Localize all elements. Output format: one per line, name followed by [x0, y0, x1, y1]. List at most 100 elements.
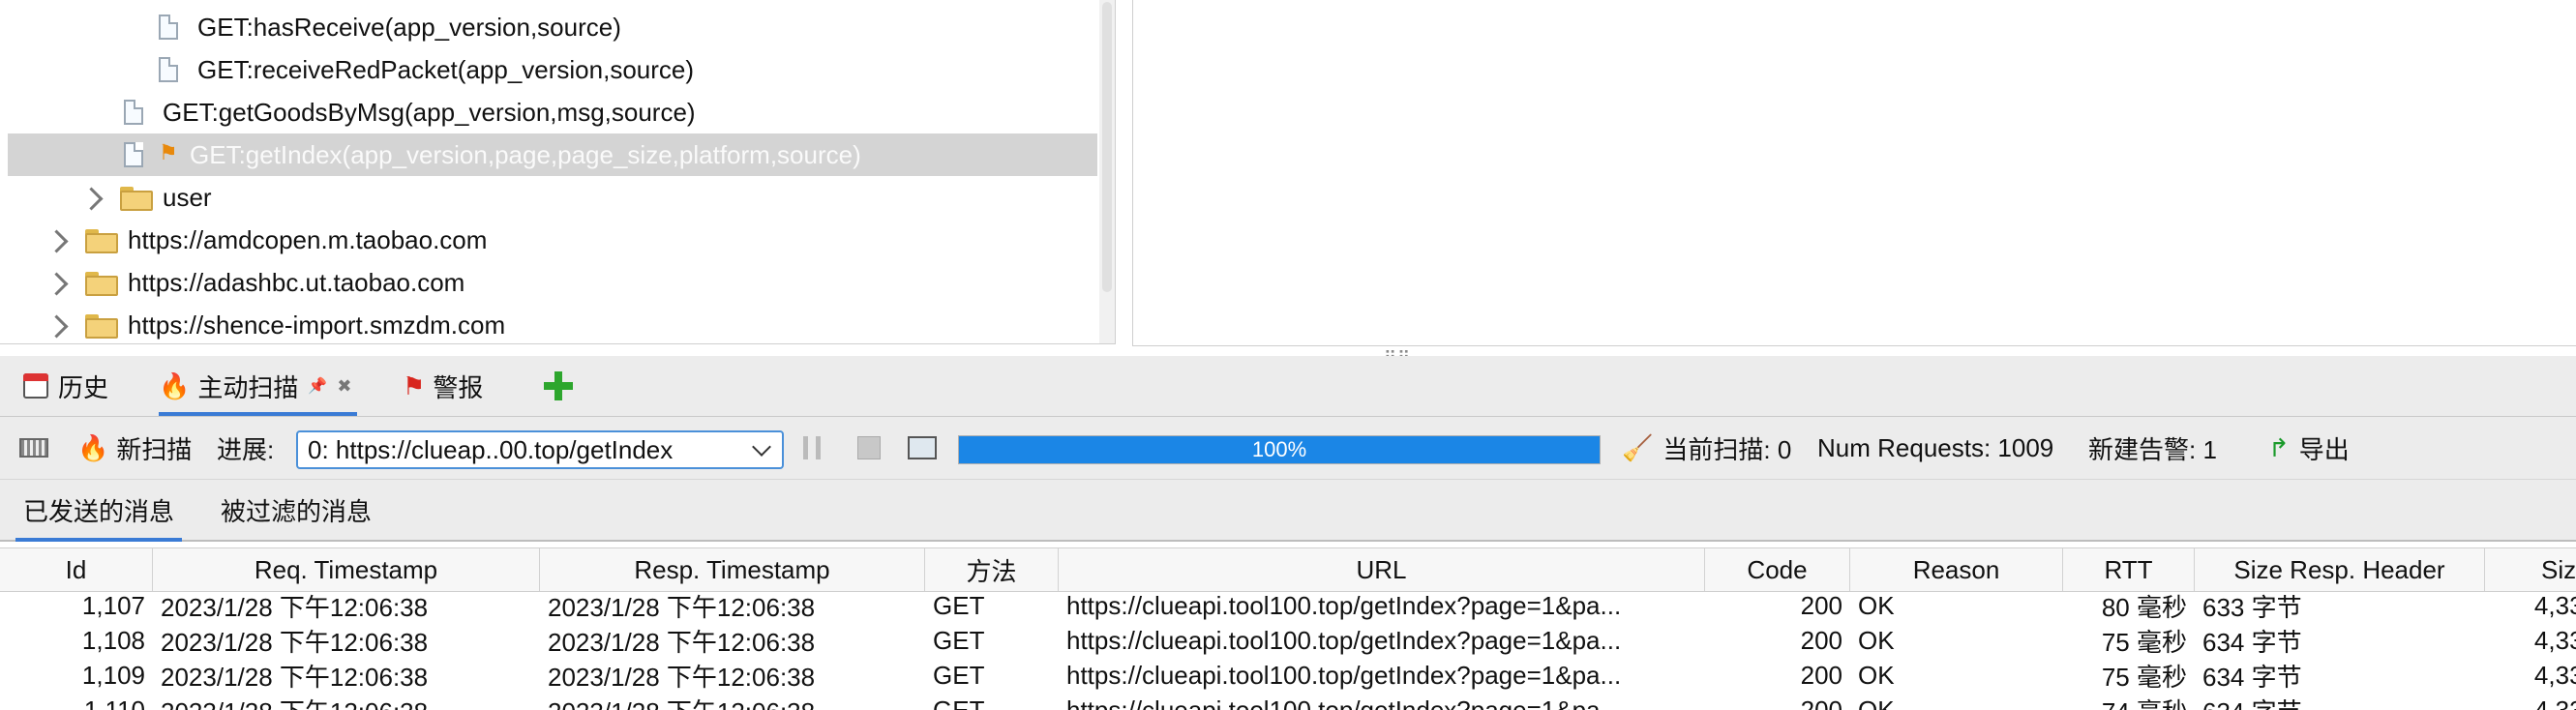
cell-size: 4,335	[2533, 590, 2576, 620]
export-button[interactable]: ↱ 导出	[2268, 417, 2350, 479]
progress-scan-select[interactable]: 0: https://clueap..00.top/getIndex	[296, 430, 784, 469]
column-header-size-resp-header[interactable]: Size Resp. Header	[2195, 548, 2485, 591]
scan-toolbar: 🔥 新扫描 进展: 0: https://clueap..00.top/getI…	[0, 417, 2576, 480]
messages-table[interactable]: Id Req. Timestamp Resp. Timestamp 方法 URL…	[0, 547, 2576, 710]
column-header-rtt[interactable]: RTT	[2063, 548, 2195, 591]
column-header-url[interactable]: URL	[1059, 548, 1705, 591]
tree-item-getgoodsbymsg[interactable]: GET:getGoodsByMsg(app_version,msg,source…	[0, 91, 1097, 133]
tree-item-label: user	[163, 182, 212, 212]
column-header-size[interactable]: Size	[2485, 548, 2576, 591]
options-grid-icon[interactable]	[19, 417, 48, 479]
file-icon	[124, 100, 143, 125]
file-icon	[159, 57, 178, 82]
folder-icon	[85, 311, 118, 339]
cell-reason: OK	[1858, 590, 1895, 620]
scrollbar-thumb[interactable]	[1102, 2, 1112, 292]
column-header-req-timestamp[interactable]: Req. Timestamp	[153, 548, 540, 591]
tree-item-label: GET:getIndex(app_version,page,page_size,…	[190, 139, 861, 169]
tree-item-amdcopen[interactable]: https://amdcopen.m.taobao.com	[0, 219, 1097, 261]
chevron-right-icon[interactable]	[79, 187, 104, 211]
cell-reason: OK	[1858, 625, 1895, 655]
scan-monitor-button[interactable]	[908, 417, 937, 479]
tab-sent-messages[interactable]: 已发送的消息	[15, 480, 183, 542]
table-row[interactable]: 1,108 2023/1/28 下午12:06:38 2023/1/28 下午1…	[0, 623, 2576, 658]
add-tab-icon[interactable]	[544, 371, 573, 400]
scan-progress-bar: 100%	[958, 435, 1601, 464]
num-requests: Num Requests: 1009	[1817, 432, 2054, 462]
tab-active-scan[interactable]: 🔥 主动扫描 📌 ✖	[159, 356, 358, 416]
pause-button[interactable]	[803, 417, 821, 479]
tree-item-shence-import[interactable]: https://shence-import.smzdm.com	[0, 304, 1097, 343]
tree-item-adashbc[interactable]: https://adashbc.ut.taobao.com	[0, 261, 1097, 304]
folder-icon	[120, 184, 153, 211]
cell-size-resp-header: 634 字节	[2202, 627, 2302, 657]
cell-code: 200	[1800, 660, 1842, 690]
folder-icon	[85, 226, 118, 253]
message-subtabs: 已发送的消息 被过滤的消息	[0, 480, 2576, 542]
tab-history[interactable]: 历史	[23, 356, 108, 416]
file-icon	[124, 142, 143, 167]
cell-req-timestamp: 2023/1/28 下午12:06:38	[153, 693, 540, 710]
cell-resp-timestamp: 2023/1/28 下午12:06:38	[540, 693, 925, 710]
tab-alerts[interactable]: ⚑ 警报	[403, 356, 483, 416]
cell-size: 4,335	[2533, 660, 2576, 690]
cell-method: GET	[933, 590, 985, 620]
cell-id: 1,109	[81, 660, 145, 690]
cell-rtt: 75 毫秒	[2101, 627, 2187, 657]
cell-rtt: 75 毫秒	[2101, 662, 2187, 692]
monitor-icon	[908, 436, 937, 459]
new-alerts: 新建告警: 1	[2088, 434, 2217, 464]
calendar-icon	[23, 373, 48, 399]
column-header-id[interactable]: Id	[0, 548, 153, 591]
tree-item-label: https://adashbc.ut.taobao.com	[128, 267, 465, 297]
chevron-right-icon[interactable]	[45, 314, 69, 339]
cell-resp-timestamp: 2023/1/28 下午12:06:38	[548, 662, 816, 692]
cell-method: GET	[933, 660, 985, 690]
tree-item-getindex[interactable]: ⚑ GET:getIndex(app_version,page,page_siz…	[8, 133, 1097, 176]
stop-icon	[857, 436, 881, 459]
column-header-code[interactable]: Code	[1705, 548, 1850, 591]
column-header-method[interactable]: 方法	[925, 548, 1059, 591]
tree-scrollbar[interactable]	[1099, 0, 1115, 343]
cell-req-timestamp: 2023/1/28 下午12:06:38	[161, 592, 429, 622]
flame-icon: 🔥	[159, 370, 191, 400]
chevron-down-icon	[752, 437, 771, 457]
column-header-resp-timestamp[interactable]: Resp. Timestamp	[540, 548, 925, 591]
broom-icon: 🧹	[1622, 432, 1654, 462]
table-row[interactable]: 1,109 2023/1/28 下午12:06:38 2023/1/28 下午1…	[0, 658, 2576, 693]
tab-label: 历史	[58, 372, 109, 402]
chevron-right-icon[interactable]	[45, 272, 69, 296]
file-icon	[159, 15, 178, 40]
cell-reason: OK	[1858, 695, 1895, 710]
current-scans: 🧹 当前扫描: 0	[1622, 417, 1791, 479]
table-row[interactable]: 1,110 2023/1/28 下午12:06:38 2023/1/28 下午1…	[0, 693, 2576, 710]
cell-code: 200	[1800, 625, 1842, 655]
cell-req-timestamp: 2023/1/28 下午12:06:38	[161, 627, 429, 657]
tree-item-hasreceive[interactable]: GET:hasReceive(app_version,source)	[0, 6, 1097, 48]
stop-button[interactable]	[857, 417, 881, 479]
tree-item-user[interactable]: user	[0, 176, 1097, 219]
new-scan-button[interactable]: 🔥 新扫描	[77, 417, 192, 479]
cell-req-timestamp: 2023/1/28 下午12:06:38	[161, 662, 429, 692]
cell-resp-timestamp: 2023/1/28 下午12:06:38	[548, 627, 816, 657]
table-row[interactable]: 1,107 2023/1/28 下午12:06:38 2023/1/28 下午1…	[0, 588, 2576, 623]
tree-item-label: https://shence-import.smzdm.com	[128, 310, 506, 340]
pin-icon[interactable]: 📌	[308, 376, 327, 396]
cell-method: GET	[933, 695, 985, 710]
cell-id: 1,107	[81, 590, 145, 620]
close-icon[interactable]: ✖	[337, 376, 351, 397]
tree-item-receiveredpacket[interactable]: GET:receiveRedPacket(app_version,source)	[0, 48, 1097, 91]
request-response-pane	[1132, 0, 2576, 346]
cell-resp-timestamp: 2023/1/28 下午12:06:38	[548, 592, 816, 622]
sites-tree[interactable]: GET:hasReceive(app_version,source) GET:r…	[0, 0, 1116, 344]
cell-rtt: 74 毫秒	[2063, 693, 2195, 710]
export-icon: ↱	[2268, 432, 2290, 462]
column-header-reason[interactable]: Reason	[1850, 548, 2063, 591]
pause-icon	[803, 436, 821, 459]
cell-size-resp-header: 634 字节	[2195, 693, 2485, 710]
chevron-right-icon[interactable]	[45, 229, 69, 253]
tree-item-label: GET:hasReceive(app_version,source)	[197, 12, 621, 42]
tab-filtered-messages[interactable]: 被过滤的消息	[221, 480, 372, 540]
folder-icon	[85, 269, 118, 296]
tab-label: 警报	[433, 372, 484, 402]
